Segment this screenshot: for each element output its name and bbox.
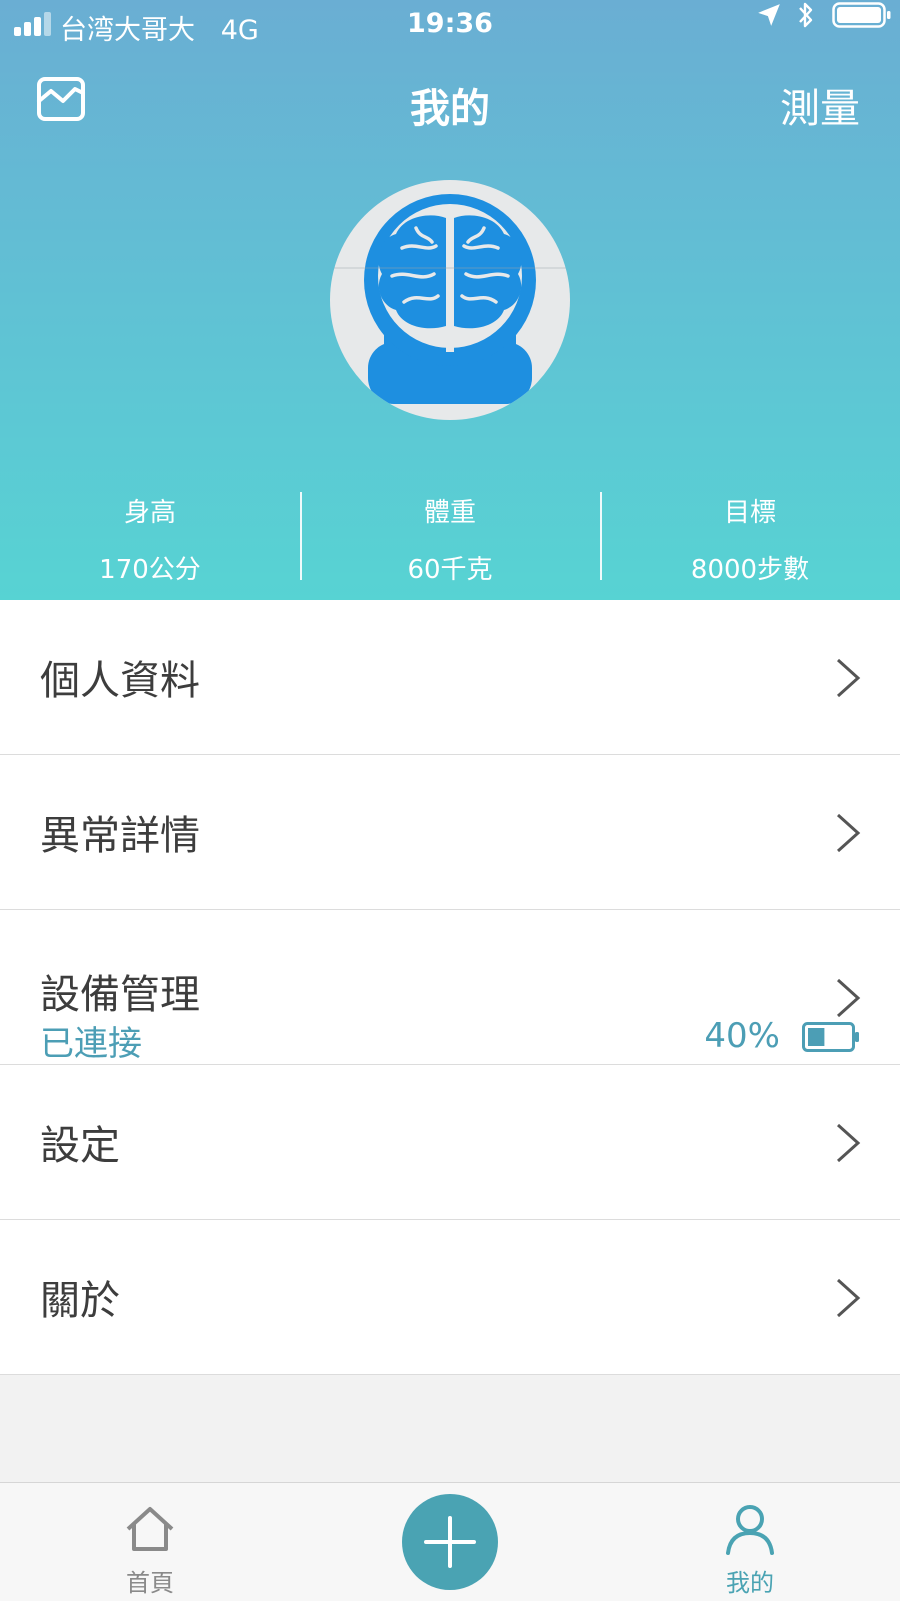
add-button[interactable] xyxy=(402,1494,498,1590)
connection-status: 已連接 xyxy=(40,1024,142,1064)
page-title: 我的 xyxy=(410,86,490,132)
tab-me-label: 我的 xyxy=(726,1569,774,1597)
chevron-right-icon xyxy=(836,658,861,698)
menu-item-personal-info[interactable]: 個人資料 xyxy=(0,600,900,755)
profile-stats: 身高 170公分 體重 60千克 目標 8000步數 xyxy=(0,480,900,585)
bluetooth-icon xyxy=(799,2,813,28)
avatar[interactable] xyxy=(330,180,570,420)
stat-value: 170公分 xyxy=(99,555,201,585)
stat-height: 身高 170公分 xyxy=(0,480,300,585)
menu-item-settings[interactable]: 設定 xyxy=(0,1065,900,1220)
stat-value: 60千克 xyxy=(407,555,493,585)
stat-weight: 體重 60千克 xyxy=(300,480,600,585)
profile-header: 台湾大哥大 4G 19:36 我的 測量 身高 170公分 體重 60千克 目標… xyxy=(0,0,900,600)
battery-icon xyxy=(832,2,891,28)
stat-label: 目標 xyxy=(723,498,776,528)
menu-item-device-management[interactable]: 設備管理 已連接 40% xyxy=(0,910,900,1065)
location-arrow-icon xyxy=(758,4,780,26)
menu-item-abnormal-details[interactable]: 異常詳情 xyxy=(0,755,900,910)
menu-item-label: 設備管理 xyxy=(40,972,200,1018)
chevron-right-icon xyxy=(836,813,861,853)
menu-item-label: 異常詳情 xyxy=(40,813,200,859)
settings-menu: 個人資料 異常詳情 設備管理 已連接 40% 設定 關於 xyxy=(0,600,900,1375)
chevron-right-icon xyxy=(836,978,861,1018)
menu-item-label: 個人資料 xyxy=(40,658,200,704)
stat-label: 身高 xyxy=(123,498,176,528)
stat-goal: 目標 8000步數 xyxy=(600,480,900,585)
plus-icon xyxy=(424,1516,476,1568)
menu-item-label: 設定 xyxy=(40,1123,120,1169)
stat-label: 體重 xyxy=(423,498,476,528)
brain-icon xyxy=(330,194,570,404)
menu-item-about[interactable]: 關於 xyxy=(0,1220,900,1375)
home-icon xyxy=(126,1507,174,1551)
chevron-right-icon xyxy=(836,1278,861,1318)
device-battery-percent: 40% xyxy=(704,1016,780,1056)
measure-button[interactable]: 測量 xyxy=(780,76,860,134)
chevron-right-icon xyxy=(836,1123,861,1163)
status-bar: 台湾大哥大 4G 19:36 xyxy=(0,0,900,50)
user-icon xyxy=(726,1505,774,1555)
menu-item-label: 關於 xyxy=(40,1278,120,1324)
tab-home-label: 首頁 xyxy=(126,1569,174,1597)
stat-value: 8000步數 xyxy=(690,555,810,585)
device-battery-icon xyxy=(802,1022,859,1052)
tab-me[interactable]: 我的 xyxy=(680,1483,820,1598)
tab-home[interactable]: 首頁 xyxy=(80,1483,220,1598)
